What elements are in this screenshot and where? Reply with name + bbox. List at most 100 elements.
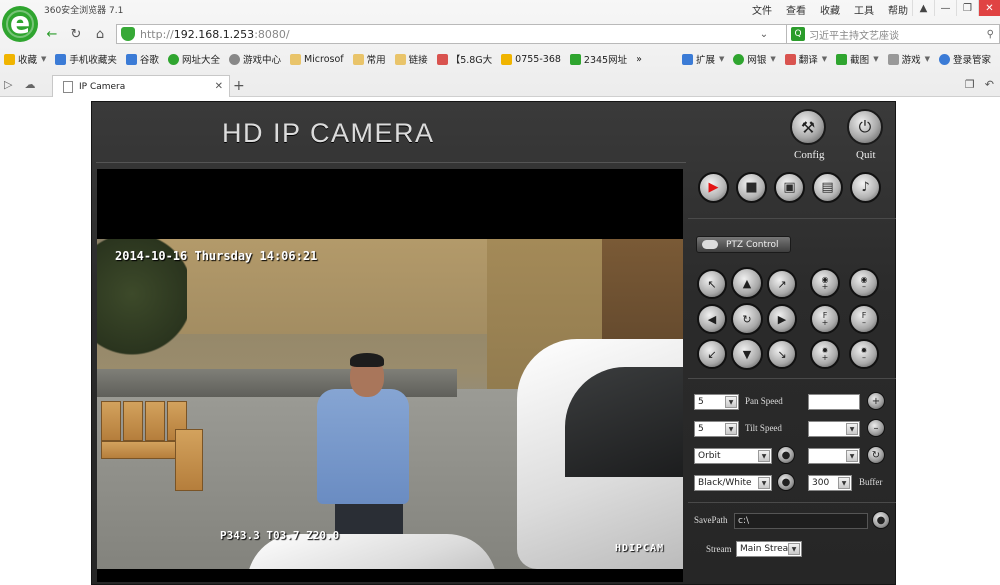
dropdown-arrow-icon: ▼ [846,450,858,462]
bookmark-hao123[interactable]: 网址大全 [167,52,220,66]
preset-remove-button[interactable]: – [867,419,885,437]
address-bar[interactable]: http:// 192.168.1.253 :8080/ ▣ ☯ [116,24,822,44]
talk-button[interactable]: ♪ [850,172,881,203]
stop-button[interactable]: ■ [736,172,767,203]
camera-icon: ▣ [783,180,796,195]
close-window-button[interactable]: ✕ [978,0,1000,16]
browser-logo-icon[interactable]: e [2,6,38,42]
ptz-left-button[interactable]: ◀ [697,304,727,334]
apply-icon: ● [781,476,791,488]
tab-list-icon[interactable]: ❐ [965,78,975,91]
bookmark-microsoft[interactable]: Microsof [289,53,344,65]
search-input[interactable]: 习近平主持文艺座谈 [809,27,899,42]
buffer-select[interactable]: 300 ▼ [808,475,852,491]
maximize-button[interactable]: ❐ [956,0,978,16]
bookmark-common[interactable]: 常用 [352,52,386,66]
toolbar-games[interactable]: 游戏 ▼ [887,52,930,66]
refresh-icon[interactable]: ↻ [66,24,86,44]
menu-favorites[interactable]: 收藏 [820,2,840,17]
record-button[interactable]: ▤ [812,172,843,203]
toolbar-extensions[interactable]: 扩展 ▼ [681,52,724,66]
search-icon[interactable]: ⚲ [987,29,999,40]
zoom-out-icon: ◉ – [860,275,868,291]
preset-call-button[interactable]: ↻ [867,446,885,464]
bookmark-mobile[interactable]: 手机收藏夹 [55,52,117,66]
restore-tab-icon[interactable]: ↶ [985,78,994,91]
skin-icon[interactable]: ▲ [912,0,934,16]
quit-button[interactable]: ⏻ [847,109,883,145]
ptz-down-left-button[interactable]: ↙ [697,339,727,369]
toolbar-netbank[interactable]: 网银 ▼ [733,52,776,66]
cruise-start-button[interactable]: ● [777,446,795,464]
toolbar-translate[interactable]: 翻译 ▼ [784,52,827,66]
menu-help[interactable]: 帮助 [888,2,908,17]
cloud-icon [702,240,718,249]
ptz-control-label: PTZ Control [726,239,779,250]
microphone-icon: ♪ [861,180,870,195]
close-tab-icon[interactable]: ✕ [215,81,223,92]
tab-ip-camera[interactable]: IP Camera ✕ [52,75,230,97]
url-dropdown-icon[interactable]: ⌄ [754,24,774,44]
menu-view[interactable]: 查看 [786,2,806,17]
color-mode-select[interactable]: Black/White ▼ [694,475,772,491]
home-icon[interactable]: ⌂ [90,24,110,44]
ptz-up-button[interactable]: ▲ [731,267,763,299]
preset-select-1[interactable]: ▼ [808,421,860,437]
url-host: 192.168.1.253 [173,27,255,41]
iris-minus-button[interactable]: ✹ – [849,339,879,369]
browse-path-button[interactable]: ● [872,511,890,529]
cloud-icon[interactable]: ☁ [24,78,35,91]
bookmark-games[interactable]: 游戏中心 [228,52,281,66]
preset-field[interactable] [808,394,860,410]
stream-select[interactable]: Main Strea ▼ [736,541,802,557]
menu-file[interactable]: 文件 [752,2,772,17]
ptz-down-right-button[interactable]: ↘ [767,339,797,369]
toolbar-screenshot[interactable]: 截图 ▼ [836,52,879,66]
color-mode-apply-button[interactable]: ● [777,473,795,491]
minimize-button[interactable]: — [934,0,956,16]
sidebar-toggle-icon[interactable]: ▷ [4,78,12,91]
ptz-right-button[interactable]: ▶ [767,304,797,334]
bookmark-5-8g[interactable]: 【5.8G大 [436,52,492,66]
arrow-left-icon: ◀ [707,312,717,326]
ptz-up-left-button[interactable]: ↖ [697,269,727,299]
play-button[interactable]: ▶ [698,172,729,203]
bookmark-favorites[interactable]: 收藏 ▼ [4,52,46,66]
ptz-center-button[interactable]: ↻ [731,303,763,335]
bookmarks-bar: 收藏 ▼ 手机收藏夹 谷歌 网址大全 游戏中心 Microsof 常用 链接 【5… [0,49,1000,69]
back-arrow-icon[interactable]: ← [42,24,62,44]
config-button[interactable]: ⚒ [790,109,826,145]
search-engine-icon[interactable]: Q [791,27,805,41]
snapshot-button[interactable]: ▣ [774,172,805,203]
focus-plus-button[interactable]: F + [810,304,840,334]
search-box[interactable]: Q 习近平主持文艺座谈 ⚲ [786,24,1000,44]
focus-minus-button[interactable]: F – [849,304,879,334]
zoom-in-button[interactable]: ◉ + [810,268,840,298]
bookmark-0755[interactable]: 0755-368 [501,53,561,65]
iris-plus-button[interactable]: ✹ + [810,339,840,369]
preset-select-2[interactable]: ▼ [808,448,860,464]
save-path-input[interactable]: c:\ [734,513,868,529]
ptz-up-right-button[interactable]: ↗ [767,269,797,299]
bookmark-links[interactable]: 链接 [394,52,428,66]
ptz-control-button[interactable]: PTZ Control [696,236,791,253]
more-bookmarks-icon[interactable]: » [636,54,642,65]
navigation-bar: ← ↻ ⌂ http:// 192.168.1.253 :8080/ ▣ ☯ ⌄… [42,23,1000,45]
video-feed[interactable]: 2014-10-16 Thursday 14:06:21 P343.3 T03.… [97,169,683,582]
toolbar-login-manager[interactable]: 登录管家 [938,52,991,66]
dropdown-arrow-icon: ▼ [838,477,850,489]
ptz-down-button[interactable]: ▼ [731,338,763,370]
bookmark-google[interactable]: 谷歌 [125,52,159,66]
new-tab-button[interactable]: + [233,78,245,94]
pan-speed-select[interactable]: 5 ▼ [694,394,739,410]
clapper-icon: ▤ [821,180,834,195]
bookmark-2345[interactable]: 2345网址 [569,52,627,66]
tilt-speed-select[interactable]: 5 ▼ [694,421,739,437]
arrow-up-left-icon: ↖ [707,277,717,291]
car-windshield [565,367,683,477]
preset-add-button[interactable]: + [867,392,885,410]
cruise-mode-select[interactable]: Orbit ▼ [694,448,772,464]
menu-tools[interactable]: 工具 [854,2,874,17]
menu-bar: 文件 查看 收藏 工具 帮助 [752,2,908,17]
zoom-out-button[interactable]: ◉ – [849,268,879,298]
